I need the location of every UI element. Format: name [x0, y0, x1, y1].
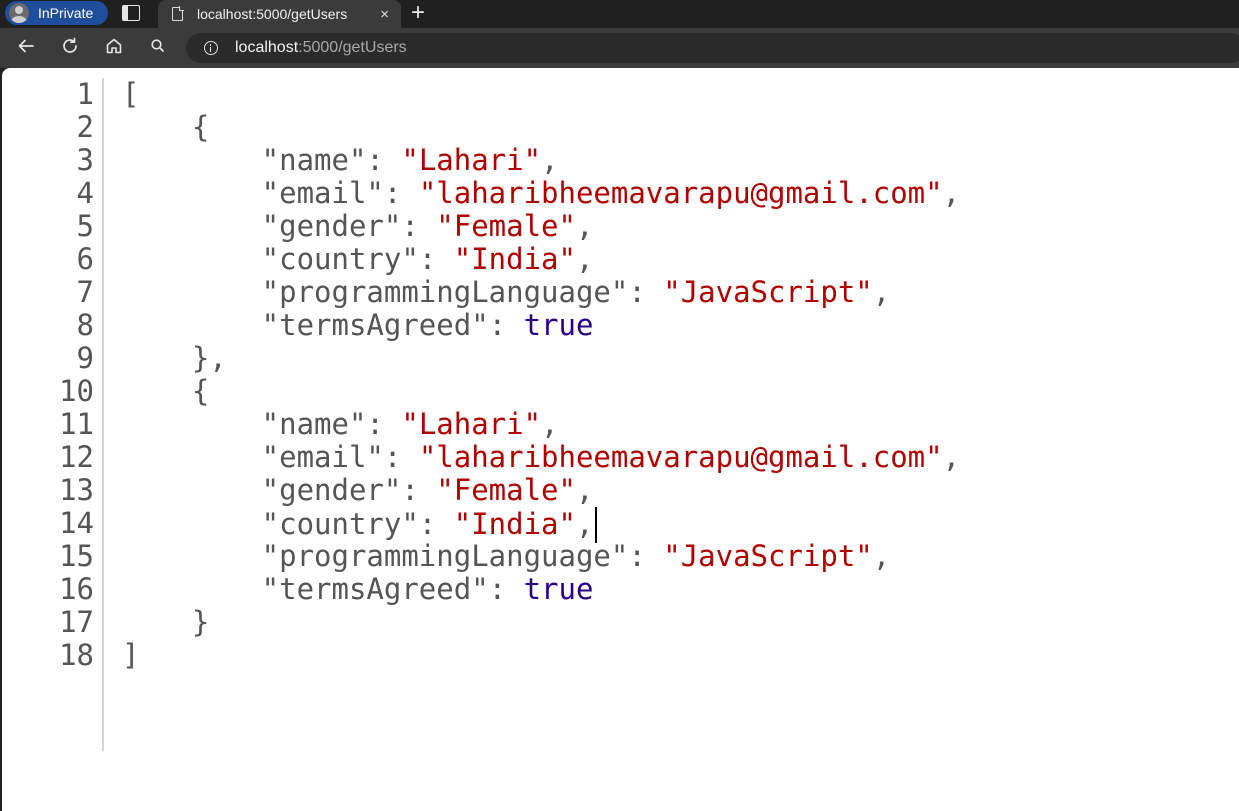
- browser-toolbar: localhost:5000/getUsers: [0, 28, 1239, 68]
- text-caret: [595, 507, 598, 543]
- line-number: 6: [76, 242, 94, 276]
- json-punctuation: {: [122, 374, 210, 408]
- line-number: 5: [76, 209, 94, 243]
- line-number: 3: [76, 143, 94, 177]
- json-punctuation: "termsAgreed":: [122, 308, 524, 342]
- json-string: "India": [453, 507, 576, 541]
- inprivate-label: InPrivate: [38, 5, 94, 21]
- json-punctuation: "email":: [122, 176, 419, 210]
- line-number: 13: [59, 473, 94, 507]
- json-punctuation: },: [122, 341, 227, 375]
- tab-actions-icon[interactable]: [122, 5, 140, 21]
- url-text[interactable]: localhost:5000/getUsers: [235, 39, 407, 57]
- json-string: "laharibheemavarapu@gmail.com": [418, 440, 943, 474]
- tab-getusers[interactable]: localhost:5000/getUsers ×: [158, 0, 401, 28]
- line-number: 8: [76, 308, 94, 342]
- info-icon[interactable]: [204, 41, 218, 55]
- json-punctuation: ]: [122, 638, 140, 672]
- page-icon: [172, 6, 184, 21]
- close-icon[interactable]: ×: [380, 6, 389, 23]
- url-path: :5000/getUsers: [298, 39, 407, 56]
- line-text: {: [122, 111, 209, 144]
- line-number: 15: [59, 539, 94, 573]
- json-punctuation: "name":: [122, 143, 402, 177]
- tab-title: localhost:5000/getUsers: [197, 6, 348, 22]
- json-string: "India": [453, 242, 576, 276]
- home-icon[interactable]: [102, 36, 126, 62]
- line-text: "termsAgreed": true: [122, 572, 594, 606]
- json-punctuation: ,: [872, 539, 891, 573]
- json-punctuation: ,: [575, 209, 594, 243]
- line-number: 7: [76, 275, 94, 309]
- json-string: "laharibheemavarapu@gmail.com": [418, 176, 943, 210]
- line-text: {: [122, 375, 209, 408]
- line-text: "country": "India",: [122, 507, 598, 543]
- line-text: "name": "Lahari",: [122, 408, 559, 441]
- json-boolean: true: [523, 308, 594, 342]
- line-text: "gender": "Female",: [122, 473, 594, 507]
- line-number: 16: [59, 572, 94, 606]
- line-text: "programmingLanguage": "JavaScript",: [122, 539, 891, 573]
- json-punctuation: "name":: [122, 407, 402, 441]
- inprivate-profile-button[interactable]: InPrivate: [5, 1, 108, 25]
- json-punctuation: "country":: [122, 507, 454, 541]
- json-string: "Female": [436, 209, 576, 243]
- json-punctuation: "country":: [122, 242, 454, 276]
- json-punctuation: "gender":: [122, 209, 437, 243]
- json-punctuation: }: [122, 605, 210, 639]
- json-punctuation: ,: [541, 407, 559, 441]
- refresh-icon[interactable]: [58, 36, 82, 62]
- json-punctuation: ,: [575, 242, 594, 276]
- line-number: 4: [76, 176, 94, 210]
- line-text: "email": "laharibheemavarapu@gmail.com",: [122, 177, 960, 210]
- json-punctuation: "termsAgreed":: [122, 572, 524, 606]
- json-string: "JavaScript": [663, 539, 873, 573]
- line-text: [: [122, 78, 139, 111]
- address-bar[interactable]: localhost:5000/getUsers: [186, 33, 1239, 63]
- json-punctuation: "gender":: [122, 473, 437, 507]
- json-punctuation: "programmingLanguage":: [122, 539, 664, 573]
- line-text: "country": "India",: [122, 242, 594, 276]
- json-punctuation: [: [122, 77, 140, 111]
- json-punctuation: "email":: [122, 440, 419, 474]
- line-number: 1: [76, 77, 94, 111]
- tab-strip: InPrivate localhost:5000/getUsers × +: [0, 0, 1239, 28]
- json-punctuation: ,: [872, 275, 891, 309]
- json-string: "JavaScript": [663, 275, 873, 309]
- line-number: 11: [59, 407, 94, 441]
- line-number: 2: [76, 110, 94, 144]
- json-punctuation: "programmingLanguage":: [122, 275, 664, 309]
- page-content: 1 [2 {3 "name": "Lahari", 4 "email": "laha…: [2, 68, 1239, 811]
- url-host: localhost: [235, 39, 299, 56]
- json-punctuation: ,: [942, 440, 961, 474]
- json-punctuation: ,: [942, 176, 961, 210]
- line-text: ]: [122, 639, 139, 672]
- search-icon[interactable]: [146, 36, 170, 62]
- json-punctuation: ,: [575, 507, 594, 541]
- line-text: }: [122, 606, 209, 639]
- line-number: 12: [59, 440, 94, 474]
- line-text: "programmingLanguage": "JavaScript",: [122, 275, 891, 309]
- back-arrow-icon[interactable]: [14, 36, 38, 62]
- json-punctuation: {: [122, 110, 210, 144]
- line-text: },: [122, 342, 227, 375]
- new-tab-icon[interactable]: +: [411, 1, 425, 25]
- line-number: 17: [59, 605, 94, 639]
- line-number: 18: [59, 638, 94, 672]
- json-string: "Female": [436, 473, 576, 507]
- line-text: "gender": "Female",: [122, 209, 594, 243]
- line-text: "email": "laharibheemavarapu@gmail.com",: [122, 441, 960, 474]
- line-text: "name": "Lahari",: [122, 144, 559, 177]
- json-boolean: true: [523, 572, 594, 606]
- line-number: 9: [76, 341, 94, 375]
- line-number: 10: [59, 374, 94, 408]
- json-string: "Lahari": [401, 407, 542, 441]
- json-string: "Lahari": [401, 143, 542, 177]
- json-punctuation: ,: [575, 473, 594, 507]
- line-text: "termsAgreed": true: [122, 308, 594, 342]
- json-punctuation: ,: [541, 143, 559, 177]
- avatar-icon: [9, 3, 29, 23]
- line-number: 14: [59, 506, 94, 540]
